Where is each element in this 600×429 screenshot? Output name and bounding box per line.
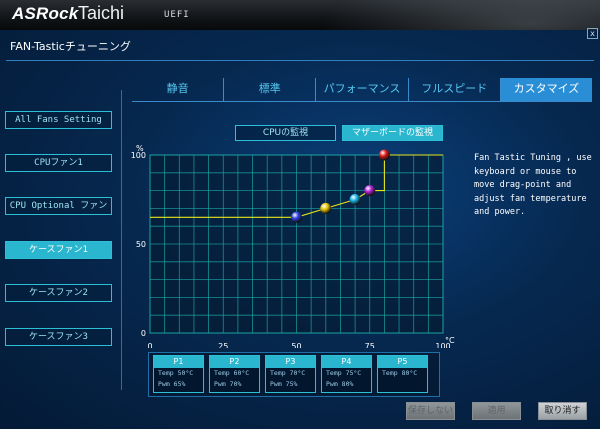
sidebar-item-all-fans[interactable]: All Fans Setting [5,111,112,129]
sidebar-item-case-fan3[interactable]: ケースファン3 [5,328,112,346]
sidebar-item-case-fan1[interactable]: ケースファン1 [5,241,112,259]
point-pwm: Pwm 70% [214,380,242,388]
close-icon[interactable]: x [587,28,598,39]
preset-tabs: 静音 標準 パフォーマンス フルスピード カスタマイズ [132,78,593,102]
brand-logo: ASRock [12,4,79,23]
point-temp: Temp 50°C [158,369,194,377]
sidebar-item-cpu-optional-fan[interactable]: CPU Optional ファン [5,197,112,215]
uefi-label: UEFI [164,10,190,20]
x-tick-label: 25 [218,342,228,348]
point-temp: Temp 60°C [214,369,250,377]
point-label: P5 [378,356,427,368]
point-pwm: Pwm 65% [158,380,186,388]
x-tick-label: 75 [365,342,375,348]
y-axis-label: % [136,144,144,153]
point-card-p5[interactable]: P5 Temp 80°C [377,355,428,393]
drag-point-p4[interactable] [364,185,376,197]
brand-product: Taichi [78,3,125,23]
sidebar-item-case-fan2[interactable]: ケースファン2 [5,284,112,302]
fan-curve-chart[interactable]: 0 25 50 75 100050100°C% [128,138,468,348]
tab-full-speed[interactable]: フルスピード [409,78,501,101]
point-temp: Temp 70°C [270,369,306,377]
cancel-button[interactable]: 取り消す [538,402,587,420]
drag-point-p2[interactable] [320,202,332,214]
point-label: P4 [322,356,371,368]
point-temp: Temp 75°C [326,369,362,377]
point-label: P1 [154,356,203,368]
tab-silent[interactable]: 静音 [132,78,225,101]
brand-bar-shine [320,0,600,30]
point-card-p3[interactable]: P3 Temp 70°C Pwm 75% [265,355,316,393]
point-card-p1[interactable]: P1 Temp 50°C Pwm 65% [153,355,204,393]
point-pwm: Pwm 75% [270,380,298,388]
y-tick-label: 0 [141,329,146,338]
page-title: FAN-Tasticチューニング [10,40,131,53]
tab-customize[interactable]: カスタマイズ [500,78,593,101]
point-label: P2 [210,356,259,368]
sidebar-divider [121,90,122,390]
drag-point-p5[interactable] [378,149,390,161]
help-text: Fan Tastic Tuning , use keyboard or mous… [474,153,592,217]
point-label: P3 [266,356,315,368]
drag-point-p3[interactable] [349,194,361,205]
sidebar-item-cpu-fan1[interactable]: CPUファン1 [5,154,112,172]
x-tick-label: 0 [147,342,152,348]
tab-performance[interactable]: パフォーマンス [316,78,409,101]
point-card-p2[interactable]: P2 Temp 60°C Pwm 70% [209,355,260,393]
point-pwm: Pwm 80% [326,380,354,388]
tab-standard[interactable]: 標準 [224,78,317,101]
y-tick-label: 50 [136,240,146,249]
title-divider [6,60,594,61]
x-axis-label: °C [445,336,455,345]
drag-point-p1[interactable] [291,211,302,223]
x-tick-label: 50 [291,342,301,348]
chart-grid [149,154,444,334]
point-temp: Temp 80°C [382,369,418,377]
point-card-p4[interactable]: P4 Temp 75°C Pwm 80% [321,355,372,393]
apply-button[interactable]: 適用 [472,402,521,420]
discard-button[interactable]: 保存しない [406,402,455,420]
top-brand-bar: ASRock Taichi UEFI [0,0,600,30]
